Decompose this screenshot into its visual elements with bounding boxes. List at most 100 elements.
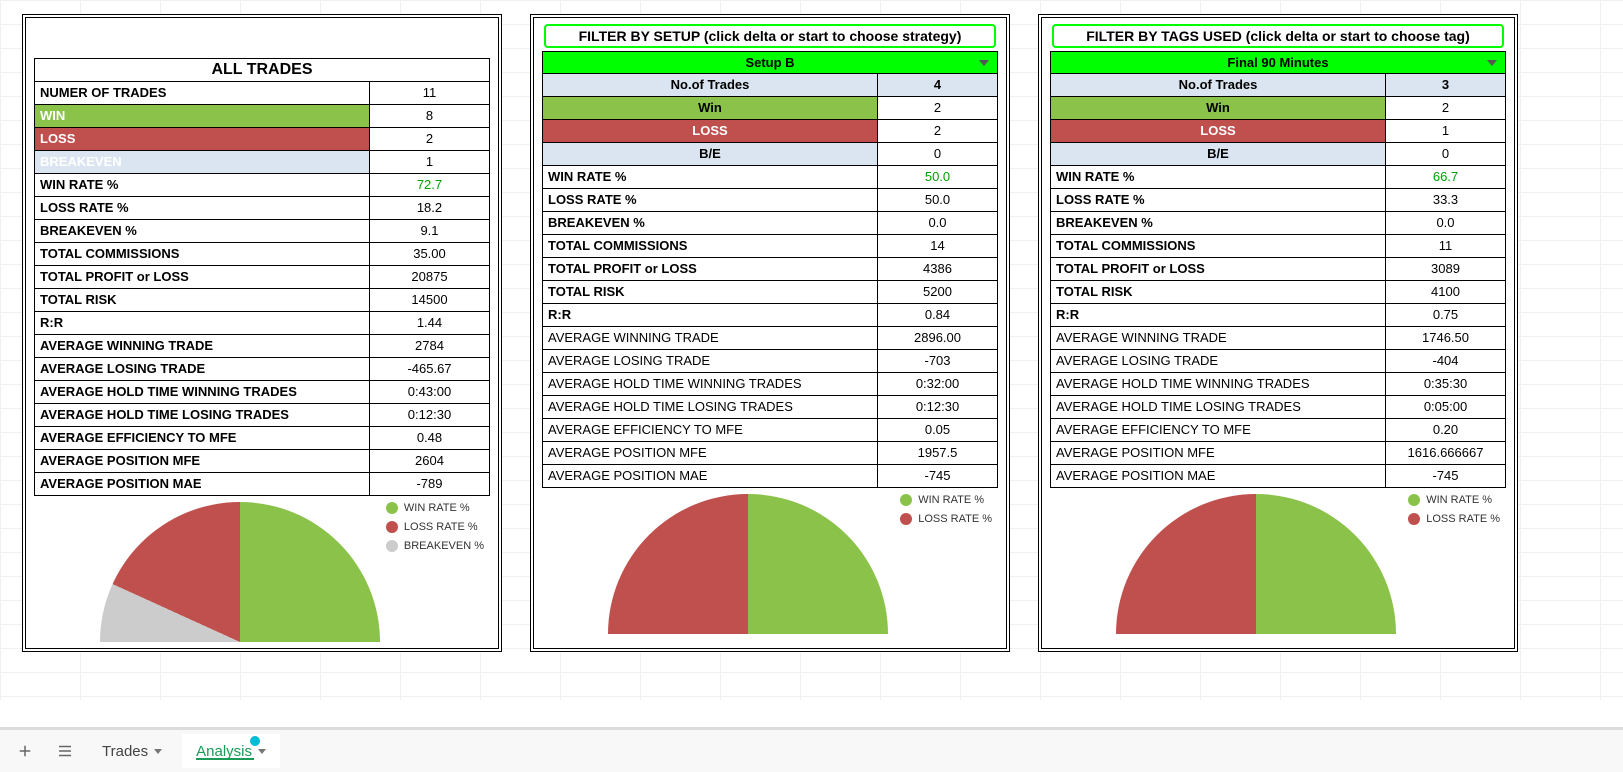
row-value: -745 bbox=[878, 465, 998, 488]
row-label: WIN RATE % bbox=[1051, 166, 1386, 189]
row-value: 2 bbox=[878, 97, 998, 120]
sheet-tab-label: Analysis bbox=[196, 743, 252, 760]
table-row: AVERAGE POSITION MFE1616.666667 bbox=[1051, 442, 1506, 465]
panel-title: ALL TRADES bbox=[35, 59, 490, 82]
chevron-down-icon[interactable] bbox=[1487, 60, 1497, 66]
row-value: 0 bbox=[1386, 143, 1506, 166]
pie-mask bbox=[95, 642, 385, 648]
row-value: 0.48 bbox=[369, 427, 489, 450]
table-row: B/E0 bbox=[1051, 143, 1506, 166]
row-label: AVERAGE POSITION MAE bbox=[1051, 465, 1386, 488]
table-row: WIN RATE %66.7 bbox=[1051, 166, 1506, 189]
filter-dropdown[interactable]: Final 90 Minutes bbox=[1050, 51, 1506, 73]
row-value: 0:12:30 bbox=[369, 404, 489, 427]
row-value: -745 bbox=[1386, 465, 1506, 488]
chevron-down-icon[interactable] bbox=[979, 60, 989, 66]
row-label: AVERAGE LOSING TRADE bbox=[1051, 350, 1386, 373]
row-value: 5200 bbox=[878, 281, 998, 304]
row-label: AVERAGE POSITION MFE bbox=[543, 442, 878, 465]
table-row: AVERAGE HOLD TIME LOSING TRADES0:05:00 bbox=[1051, 396, 1506, 419]
row-label: AVERAGE HOLD TIME WINNING TRADES bbox=[543, 373, 878, 396]
add-sheet-button[interactable] bbox=[8, 734, 42, 768]
row-label: AVERAGE WINNING TRADE bbox=[543, 327, 878, 350]
row-value: 50.0 bbox=[878, 189, 998, 212]
row-value: 4386 bbox=[878, 258, 998, 281]
row-value: 0:32:00 bbox=[878, 373, 998, 396]
row-value: 18.2 bbox=[369, 197, 489, 220]
table-row: BREAKEVEN %0.0 bbox=[1051, 212, 1506, 235]
row-value: 0.20 bbox=[1386, 419, 1506, 442]
table-row: TOTAL RISK14500 bbox=[35, 289, 490, 312]
table-row: NUMER OF TRADES11 bbox=[35, 82, 490, 105]
table-row: AVERAGE HOLD TIME WINNING TRADES0:35:30 bbox=[1051, 373, 1506, 396]
row-label: TOTAL COMMISSIONS bbox=[543, 235, 878, 258]
table-row: AVERAGE LOSING TRADE-404 bbox=[1051, 350, 1506, 373]
sheet-tabbar: Trades Analysis bbox=[0, 727, 1623, 772]
row-label: TOTAL PROFIT or LOSS bbox=[35, 266, 370, 289]
table-row: AVERAGE HOLD TIME LOSING TRADES0:12:30 bbox=[35, 404, 490, 427]
row-label: AVERAGE EFFICIENCY TO MFE bbox=[1051, 419, 1386, 442]
row-value: 0 bbox=[878, 143, 998, 166]
row-label: TOTAL RISK bbox=[35, 289, 370, 312]
row-value: 11 bbox=[369, 82, 489, 105]
row-value: 1957.5 bbox=[878, 442, 998, 465]
row-value: 0.75 bbox=[1386, 304, 1506, 327]
row-label: R:R bbox=[1051, 304, 1386, 327]
table-row: R:R1.44 bbox=[35, 312, 490, 335]
row-label: TOTAL RISK bbox=[543, 281, 878, 304]
stats-table: ALL TRADESNUMER OF TRADES11WIN8LOSS2BREA… bbox=[34, 58, 490, 496]
row-label: AVERAGE EFFICIENCY TO MFE bbox=[543, 419, 878, 442]
row-label: LOSS RATE % bbox=[1051, 189, 1386, 212]
row-value: 0.0 bbox=[878, 212, 998, 235]
table-row: No.of Trades3 bbox=[1051, 74, 1506, 97]
table-row: BREAKEVEN %9.1 bbox=[35, 220, 490, 243]
row-label: WIN bbox=[35, 105, 370, 128]
chevron-down-icon[interactable] bbox=[154, 749, 162, 754]
row-value: 1746.50 bbox=[1386, 327, 1506, 350]
table-row: B/E0 bbox=[543, 143, 998, 166]
row-label: LOSS RATE % bbox=[35, 197, 370, 220]
sheet-tab-trades[interactable]: Trades bbox=[88, 734, 176, 768]
table-row: TOTAL RISK4100 bbox=[1051, 281, 1506, 304]
table-row: TOTAL PROFIT or LOSS20875 bbox=[35, 266, 490, 289]
row-value: 50.0 bbox=[878, 166, 998, 189]
row-label: R:R bbox=[543, 304, 878, 327]
legend-dot-icon bbox=[900, 494, 912, 506]
row-label: TOTAL COMMISSIONS bbox=[35, 243, 370, 266]
table-row: Win2 bbox=[1051, 97, 1506, 120]
all-sheets-button[interactable] bbox=[48, 734, 82, 768]
row-label: AVERAGE HOLD TIME LOSING TRADES bbox=[1051, 396, 1386, 419]
table-row: AVERAGE WINNING TRADE1746.50 bbox=[1051, 327, 1506, 350]
row-value: 0:43:00 bbox=[369, 381, 489, 404]
legend-label: LOSS RATE % bbox=[1426, 513, 1500, 525]
row-value: 0:12:30 bbox=[878, 396, 998, 419]
row-label: AVERAGE LOSING TRADE bbox=[543, 350, 878, 373]
table-row: TOTAL COMMISSIONS14 bbox=[543, 235, 998, 258]
row-value: -703 bbox=[878, 350, 998, 373]
stats-table: No.of Trades3Win2LOSS1B/E0WIN RATE %66.7… bbox=[1050, 73, 1506, 488]
filter-dropdown[interactable]: Setup B bbox=[542, 51, 998, 73]
row-label: TOTAL PROFIT or LOSS bbox=[1051, 258, 1386, 281]
table-row: AVERAGE HOLD TIME LOSING TRADES0:12:30 bbox=[543, 396, 998, 419]
table-row: R:R0.84 bbox=[543, 304, 998, 327]
table-row: TOTAL COMMISSIONS35.00 bbox=[35, 243, 490, 266]
row-label: R:R bbox=[35, 312, 370, 335]
table-row: AVERAGE EFFICIENCY TO MFE0.48 bbox=[35, 427, 490, 450]
row-label: No.of Trades bbox=[543, 74, 878, 97]
row-value: 3 bbox=[1386, 74, 1506, 97]
row-value: 1 bbox=[369, 151, 489, 174]
table-row: LOSS RATE %33.3 bbox=[1051, 189, 1506, 212]
table-row: AVERAGE EFFICIENCY TO MFE0.20 bbox=[1051, 419, 1506, 442]
chevron-down-icon[interactable] bbox=[258, 749, 266, 754]
pie-half-icon bbox=[100, 502, 380, 648]
legend-dot-icon bbox=[386, 502, 398, 514]
row-value: -465.67 bbox=[369, 358, 489, 381]
winrate-chart: WIN RATE %LOSS RATE %BREAKEVEN % bbox=[34, 496, 490, 648]
table-row: No.of Trades4 bbox=[543, 74, 998, 97]
sheet-canvas[interactable]: ALL TRADESNUMER OF TRADES11WIN8LOSS2BREA… bbox=[0, 0, 1623, 700]
sheet-tab-analysis[interactable]: Analysis bbox=[182, 734, 280, 768]
comment-indicator-icon[interactable] bbox=[250, 736, 260, 746]
legend-label: BREAKEVEN % bbox=[404, 540, 484, 552]
legend-item: LOSS RATE % bbox=[900, 513, 992, 525]
row-value: 0.84 bbox=[878, 304, 998, 327]
